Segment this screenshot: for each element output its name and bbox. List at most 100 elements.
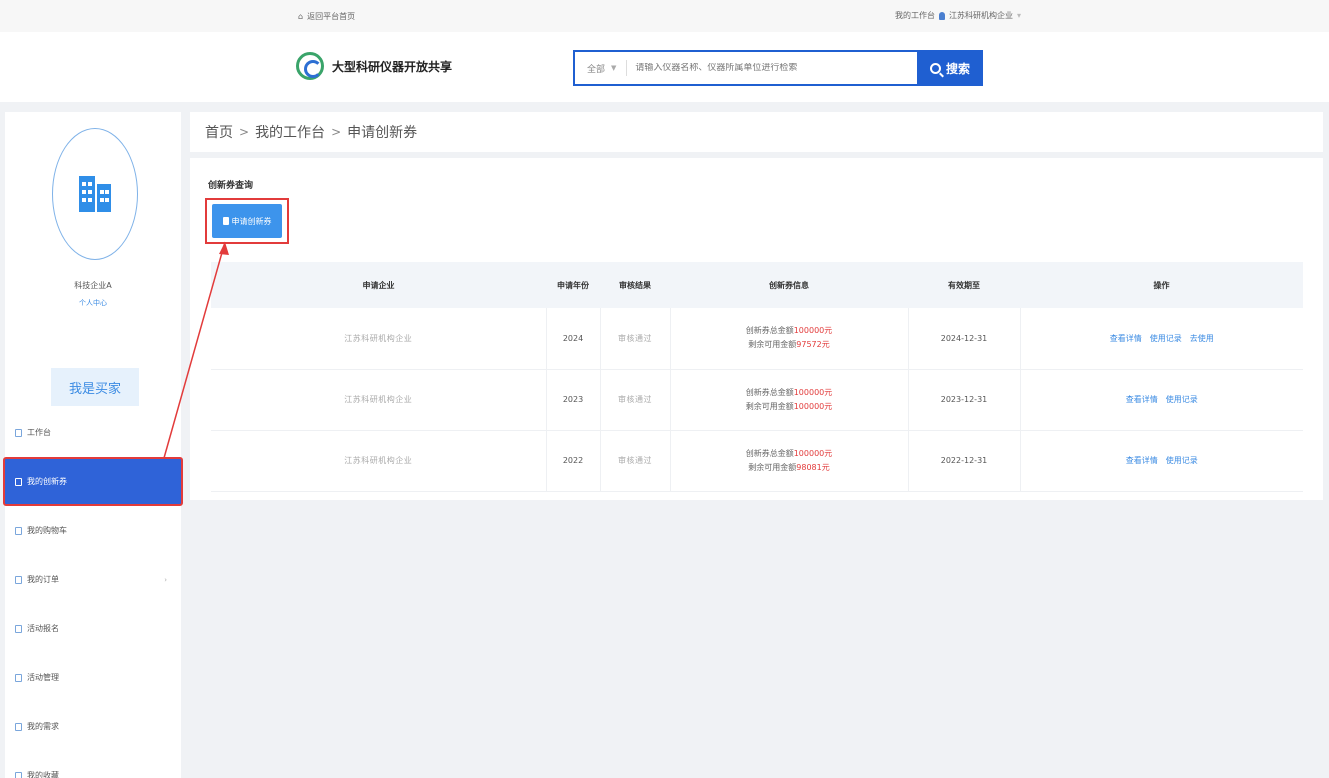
workspace-icon bbox=[15, 428, 22, 437]
view-details-link[interactable]: 查看详情 bbox=[1126, 394, 1158, 405]
year-cell: 2022 bbox=[546, 430, 601, 492]
user-name[interactable]: 江苏科研机构企业 bbox=[949, 10, 1013, 21]
table-row: 江苏科研机构企业 2022 审核通过 创新券总金额100000元 剩余可用金额9… bbox=[211, 430, 1303, 492]
sidebar-item-my-vouchers[interactable]: 我的创新券 bbox=[3, 457, 183, 506]
usage-records-link[interactable]: 使用记录 bbox=[1166, 394, 1198, 405]
sidebar-item-label: 工作台 bbox=[27, 428, 51, 437]
search-box: 全部 ▼ bbox=[573, 50, 917, 86]
expiry-cell: 2023-12-31 bbox=[908, 369, 1021, 431]
company-cell: 江苏科研机构企业 bbox=[211, 308, 547, 370]
column-header: 申请年份 bbox=[546, 262, 600, 308]
top-strip: ⌂ 返回平台首页 我的工作台 江苏科研机构企业 ▾ bbox=[0, 0, 1329, 32]
operations-cell: 查看详情 使用记录 bbox=[1020, 369, 1303, 431]
sidebar: 科技企业A 个人中心 我是买家 工作台 我的创新券 我的购物车 我的订单 › 活… bbox=[3, 112, 183, 778]
search-icon bbox=[929, 62, 941, 74]
use-voucher-link[interactable]: 去使用 bbox=[1190, 333, 1214, 344]
total-amount-value: 100000元 bbox=[793, 448, 833, 458]
org-name: 科技企业A bbox=[74, 281, 112, 290]
panel-title: 创新券查询 bbox=[208, 181, 254, 191]
sidebar-item-workspace[interactable]: 工作台 bbox=[5, 408, 181, 457]
sidebar-item-requirements[interactable]: 我的需求 bbox=[5, 702, 181, 751]
breadcrumb-separator: > bbox=[331, 125, 342, 139]
workspace-link[interactable]: 我的工作台 bbox=[895, 10, 935, 21]
total-amount-label: 创新券总金额 bbox=[745, 326, 794, 336]
building-icon bbox=[79, 176, 111, 212]
remaining-amount-label: 剩余可用金额 bbox=[748, 462, 797, 472]
order-icon bbox=[15, 575, 22, 584]
sidebar-nav: 工作台 我的创新券 我的购物车 我的订单 › 活动报名 活动管理 我的需求 我的… bbox=[3, 408, 183, 778]
table-row: 江苏科研机构企业 2024 审核通过 创新券总金额100000元 剩余可用金额9… bbox=[211, 308, 1303, 370]
cart-icon bbox=[15, 526, 22, 535]
sidebar-item-cart[interactable]: 我的购物车 bbox=[5, 506, 181, 555]
sidebar-item-label: 活动管理 bbox=[27, 673, 59, 682]
site-logo[interactable]: 大型科研仪器开放共享 bbox=[296, 52, 452, 80]
company-cell: 江苏科研机构企业 bbox=[211, 430, 547, 492]
status-cell: 审核通过 bbox=[600, 430, 671, 492]
usage-records-link[interactable]: 使用记录 bbox=[1166, 455, 1198, 466]
remaining-amount-value: 100000元 bbox=[793, 401, 833, 411]
sidebar-item-orders[interactable]: 我的订单 › bbox=[5, 555, 181, 604]
sidebar-item-event-signup[interactable]: 活动报名 bbox=[5, 604, 181, 653]
usage-records-link[interactable]: 使用记录 bbox=[1150, 333, 1182, 344]
sidebar-item-label: 活动报名 bbox=[27, 624, 59, 633]
home-icon: ⌂ bbox=[298, 12, 304, 21]
expiry-cell: 2022-12-31 bbox=[908, 430, 1021, 492]
search-button-label: 搜索 bbox=[945, 61, 970, 76]
avatar bbox=[52, 128, 138, 260]
search-bar: 全部 ▼ 搜索 bbox=[573, 50, 983, 86]
table-header-row: 申请企业 申请年份 审核结果 创新券信息 有效期至 操作 bbox=[211, 262, 1303, 308]
buyer-role-button[interactable]: 我是买家 bbox=[51, 368, 139, 406]
remaining-amount-value: 98081元 bbox=[796, 462, 830, 472]
chevron-down-icon: ▼ bbox=[611, 64, 617, 72]
sidebar-item-label: 我的需求 bbox=[27, 722, 59, 731]
user-area: 我的工作台 江苏科研机构企业 ▾ bbox=[895, 10, 1021, 21]
remaining-amount-label: 剩余可用金额 bbox=[748, 340, 797, 350]
remaining-amount-value: 97572元 bbox=[796, 340, 830, 350]
search-scope-label: 全部 bbox=[587, 64, 606, 75]
search-input[interactable] bbox=[627, 63, 917, 73]
status-cell: 审核通过 bbox=[600, 369, 671, 431]
org-subtitle[interactable]: 个人中心 bbox=[5, 298, 181, 308]
breadcrumb-current: 申请创新券 bbox=[347, 125, 418, 141]
platform-home-link[interactable]: ⌂ 返回平台首页 bbox=[298, 11, 355, 22]
view-details-link[interactable]: 查看详情 bbox=[1110, 333, 1142, 344]
expiry-cell: 2024-12-31 bbox=[908, 308, 1021, 370]
voucher-info-cell: 创新券总金额100000元 剩余可用金额97572元 bbox=[670, 308, 909, 370]
voucher-icon bbox=[15, 477, 22, 486]
apply-voucher-button[interactable]: 申请创新券 bbox=[212, 204, 282, 238]
document-icon bbox=[222, 217, 229, 225]
breadcrumb: 首页 > 我的工作台 > 申请创新券 bbox=[190, 112, 1323, 152]
total-amount-value: 100000元 bbox=[793, 387, 833, 397]
search-scope-select[interactable]: 全部 ▼ bbox=[575, 60, 628, 76]
voucher-info-cell: 创新券总金额100000元 剩余可用金额98081元 bbox=[670, 430, 909, 492]
voucher-panel: 创新券查询 申请创新券 申请企业 申请年份 审核结果 创新券信息 有效期至 操作… bbox=[190, 158, 1323, 500]
sidebar-item-favorites[interactable]: 我的收藏 bbox=[5, 751, 181, 778]
table-row: 江苏科研机构企业 2023 审核通过 创新券总金额100000元 剩余可用金额1… bbox=[211, 369, 1303, 431]
logo-icon bbox=[296, 52, 324, 80]
column-header: 审核结果 bbox=[600, 262, 670, 308]
search-button[interactable]: 搜索 bbox=[917, 50, 983, 86]
sidebar-item-label: 我的购物车 bbox=[27, 526, 67, 535]
remaining-amount-label: 剩余可用金额 bbox=[745, 401, 794, 411]
sidebar-item-event-manage[interactable]: 活动管理 bbox=[5, 653, 181, 702]
chevron-down-icon[interactable]: ▾ bbox=[1017, 11, 1021, 20]
breadcrumb-workspace[interactable]: 我的工作台 bbox=[255, 122, 325, 142]
sidebar-item-label: 我的收藏 bbox=[27, 771, 59, 778]
calendar-icon bbox=[15, 624, 22, 633]
company-cell: 江苏科研机构企业 bbox=[211, 369, 547, 431]
highlight-box: 申请创新券 bbox=[205, 198, 289, 244]
logo-text: 大型科研仪器开放共享 bbox=[332, 59, 453, 74]
year-cell: 2023 bbox=[546, 369, 601, 431]
total-amount-label: 创新券总金额 bbox=[745, 387, 794, 397]
chevron-right-icon: › bbox=[164, 575, 167, 584]
voucher-table: 申请企业 申请年份 审核结果 创新券信息 有效期至 操作 江苏科研机构企业 20… bbox=[211, 262, 1303, 492]
voucher-info-cell: 创新券总金额100000元 剩余可用金额100000元 bbox=[670, 369, 909, 431]
apply-voucher-label: 申请创新券 bbox=[231, 216, 272, 226]
sidebar-item-label: 我的创新券 bbox=[27, 477, 67, 486]
operations-cell: 查看详情 使用记录 bbox=[1020, 430, 1303, 492]
view-details-link[interactable]: 查看详情 bbox=[1126, 455, 1158, 466]
calendar-icon bbox=[15, 673, 22, 682]
breadcrumb-separator: > bbox=[239, 125, 250, 139]
column-header: 申请企业 bbox=[211, 262, 546, 308]
breadcrumb-home[interactable]: 首页 bbox=[205, 122, 233, 142]
